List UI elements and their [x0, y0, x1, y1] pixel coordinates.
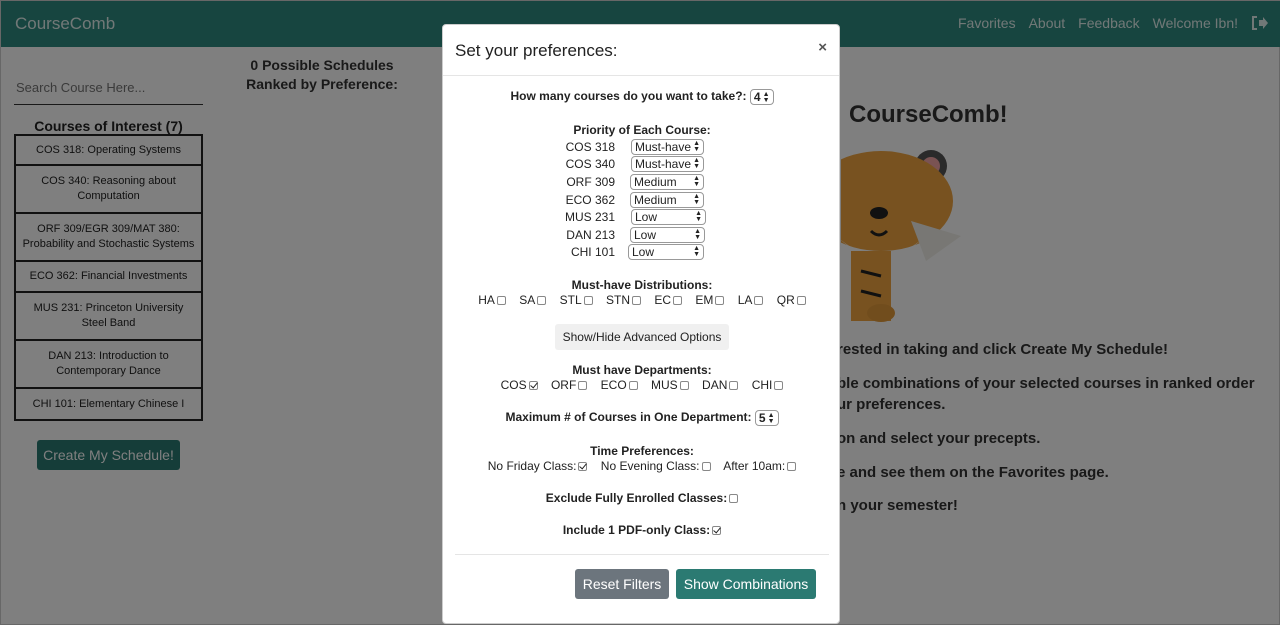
dist-ha: HA	[478, 293, 506, 307]
checkbox-chi[interactable]	[774, 381, 784, 391]
advanced-options-button[interactable]: Show/Hide Advanced Options	[554, 324, 730, 350]
time-pref-row: No Friday Class: No Evening Class: After…	[443, 459, 841, 473]
after-10am-pref: After 10am:	[723, 459, 797, 473]
priority-title: Priority of Each Course:	[573, 123, 711, 137]
checkbox-qr[interactable]	[796, 296, 806, 306]
select-arrows-icon: ▲ ▼	[693, 175, 700, 188]
checkbox-ha[interactable]	[496, 296, 506, 306]
num-courses-select[interactable]: 4 ▲ ▼	[749, 89, 774, 105]
checkbox-after-10am[interactable]	[787, 462, 797, 472]
checkbox-cos[interactable]	[528, 381, 538, 391]
checkbox-stn[interactable]	[632, 296, 641, 306]
departments-row: COS ORF ECO MUS DAN CHI	[443, 378, 841, 392]
checkbox-pdf-only[interactable]	[712, 526, 722, 536]
select-arrows-icon: ▲ ▼	[693, 245, 700, 258]
checkbox-em[interactable]	[715, 296, 725, 306]
checkbox-dan[interactable]	[729, 381, 739, 391]
modal-title: Set your preferences:	[455, 41, 618, 60]
dept-dan: DAN	[702, 378, 739, 392]
close-icon[interactable]: ×	[818, 39, 827, 56]
preferences-modal: Set your preferences: × How many courses…	[442, 24, 840, 624]
show-combinations-button[interactable]: Show Combinations	[676, 569, 816, 599]
checkbox-sa[interactable]	[537, 296, 547, 306]
checkbox-no-evening[interactable]	[701, 462, 711, 472]
exclude-enrolled-label: Exclude Fully Enrolled Classes:	[545, 491, 728, 505]
priority-select-dan213[interactable]: Low ▲ ▼	[630, 227, 705, 243]
dist-qr: QR	[777, 293, 806, 307]
dist-la: LA	[738, 293, 764, 307]
dist-stl: STL	[560, 293, 593, 307]
max-dept-label: Maximum # of Courses in One Department:	[505, 410, 752, 425]
dept-chi: CHI	[752, 378, 784, 392]
checkbox-no-friday[interactable]	[578, 462, 588, 472]
priority-row-mus231: MUS 231 Low ▲ ▼	[443, 209, 841, 225]
dist-ec: EC	[654, 293, 683, 307]
checkbox-ec[interactable]	[673, 296, 683, 306]
priority-select-cos340[interactable]: Must-have ▲ ▼	[631, 156, 704, 172]
time-pref-title: Time Preferences:	[590, 444, 694, 458]
pdf-only-label: Include 1 PDF-only Class:	[562, 523, 711, 537]
num-courses-row: How many courses do you want to take?: 4…	[443, 89, 841, 105]
max-dept-row: Maximum # of Courses in One Department: …	[443, 410, 841, 426]
checkbox-exclude-enrolled[interactable]	[729, 494, 739, 504]
priority-row-orf309: ORF 309 Medium ▲ ▼	[443, 174, 841, 190]
priority-select-chi101[interactable]: Low ▲ ▼	[628, 244, 704, 260]
select-arrows-icon: ▲ ▼	[693, 157, 700, 170]
dept-orf: ORF	[551, 378, 588, 392]
num-courses-label: How many courses do you want to take?:	[510, 89, 747, 104]
dist-sa: SA	[519, 293, 547, 307]
checkbox-mus[interactable]	[679, 381, 689, 391]
exclude-enrolled-row: Exclude Fully Enrolled Classes:	[443, 491, 841, 505]
priority-select-cos318[interactable]: Must-have ▲ ▼	[631, 139, 704, 155]
checkbox-eco[interactable]	[628, 381, 638, 391]
checkbox-la[interactable]	[754, 296, 764, 306]
advanced-row: Show/Hide Advanced Options	[443, 324, 841, 350]
select-arrows-icon: ▲ ▼	[695, 210, 702, 223]
checkbox-orf[interactable]	[578, 381, 588, 391]
priority-select-mus231[interactable]: Low ▲ ▼	[631, 209, 706, 225]
dist-em: EM	[695, 293, 725, 307]
reset-filters-button[interactable]: Reset Filters	[575, 569, 669, 599]
distributions-row: HA SA STL STN EC EM LA QR	[443, 293, 841, 307]
no-friday-pref: No Friday Class:	[488, 459, 588, 473]
modal-header: Set your preferences: ×	[443, 25, 839, 76]
pdf-only-row: Include 1 PDF-only Class:	[443, 523, 841, 537]
priority-row-cos318: COS 318 Must-have ▲ ▼	[443, 139, 841, 155]
no-evening-pref: No Evening Class:	[601, 459, 711, 473]
select-arrows-icon: ▲ ▼	[693, 140, 700, 153]
priority-row-cos340: COS 340 Must-have ▲ ▼	[443, 156, 841, 172]
select-arrows-icon: ▲ ▼	[694, 228, 701, 241]
priority-select-orf309[interactable]: Medium ▲ ▼	[630, 174, 704, 190]
max-dept-select[interactable]: 5 ▲ ▼	[754, 410, 779, 426]
priority-row-dan213: DAN 213 Low ▲ ▼	[443, 227, 841, 243]
priority-row-chi101: CHI 101 Low ▲ ▼	[443, 244, 841, 260]
modal-footer-divider	[455, 554, 829, 555]
distributions-title: Must-have Distributions:	[571, 278, 713, 292]
select-arrows-icon: ▲ ▼	[693, 193, 700, 206]
dept-cos: COS	[501, 378, 538, 392]
dist-stn: STN	[606, 293, 641, 307]
priority-select-eco362[interactable]: Medium ▲ ▼	[630, 192, 704, 208]
dept-eco: ECO	[601, 378, 638, 392]
priority-row-eco362: ECO 362 Medium ▲ ▼	[443, 192, 841, 208]
select-arrows-icon: ▲ ▼	[767, 411, 775, 425]
departments-title: Must have Departments:	[572, 363, 712, 377]
dept-mus: MUS	[651, 378, 689, 392]
checkbox-stl[interactable]	[583, 296, 593, 306]
select-arrows-icon: ▲ ▼	[762, 90, 770, 104]
